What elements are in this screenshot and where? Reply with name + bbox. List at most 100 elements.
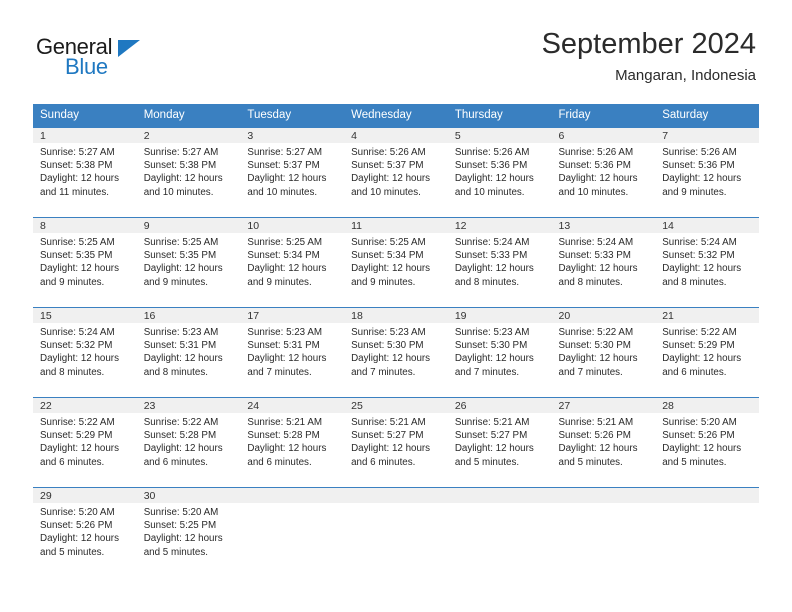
day-cell[interactable]: 17 Sunrise: 5:23 AM Sunset: 5:31 PM Dayligh… [240, 308, 345, 397]
calendar-cell[interactable]: 25 Sunrise: 5:21 AM Sunset: 5:27 PM Dayligh… [344, 397, 448, 488]
day-cell[interactable]: 4 Sunrise: 5:26 AM Sunset: 5:37 PM Daylight… [344, 128, 448, 217]
calendar-cell[interactable]: 17 Sunrise: 5:23 AM Sunset: 5:31 PM Dayligh… [240, 307, 345, 398]
calendar-cell[interactable]: 22 Sunrise: 5:22 AM Sunset: 5:29 PM Dayligh… [33, 397, 137, 488]
day-cell[interactable] [447, 488, 552, 577]
calendar-cell[interactable]: 24 Sunrise: 5:21 AM Sunset: 5:28 PM Dayligh… [240, 397, 345, 488]
day-cell[interactable] [344, 488, 448, 577]
day-cell[interactable]: 1 Sunrise: 5:27 AM Sunset: 5:38 PM Daylight… [33, 128, 137, 217]
day-cell[interactable]: 10 Sunrise: 5:25 AM Sunset: 5:34 PM Dayligh… [240, 218, 345, 307]
day-cell[interactable]: 23 Sunrise: 5:22 AM Sunset: 5:28 PM Dayligh… [136, 398, 241, 487]
day-details: Sunrise: 5:23 AM Sunset: 5:31 PM Daylight:… [137, 323, 241, 379]
day-cell[interactable]: 14 Sunrise: 5:24 AM Sunset: 5:32 PM Dayligh… [655, 218, 759, 307]
day-cell[interactable]: 25 Sunrise: 5:21 AM Sunset: 5:27 PM Dayligh… [344, 398, 448, 487]
daylight-text-line1: Daylight: 12 hours [351, 173, 431, 185]
calendar-cell[interactable]: 21 Sunrise: 5:22 AM Sunset: 5:29 PM Dayligh… [655, 307, 759, 398]
calendar-cell[interactable]: 2 Sunrise: 5:27 AM Sunset: 5:38 PM Daylight… [136, 128, 241, 218]
day-details: Sunrise: 5:20 AM Sunset: 5:26 PM Daylight:… [33, 503, 137, 559]
calendar-cell[interactable]: 5 Sunrise: 5:26 AM Sunset: 5:36 PM Daylight… [447, 128, 552, 218]
daylight-text-line1: Daylight: 12 hours [351, 443, 431, 455]
day-cell[interactable]: 20 Sunrise: 5:22 AM Sunset: 5:30 PM Dayligh… [551, 308, 656, 397]
day-cell[interactable]: 15 Sunrise: 5:24 AM Sunset: 5:32 PM Dayligh… [33, 308, 137, 397]
day-cell[interactable]: 18 Sunrise: 5:23 AM Sunset: 5:30 PM Dayligh… [344, 308, 448, 397]
day-cell[interactable]: 9 Sunrise: 5:25 AM Sunset: 5:35 PM Daylight… [136, 218, 241, 307]
day-cell[interactable]: 28 Sunrise: 5:20 AM Sunset: 5:26 PM Dayligh… [655, 398, 759, 487]
daylight-text-line1: Daylight: 12 hours [454, 173, 534, 185]
day-cell[interactable]: 2 Sunrise: 5:27 AM Sunset: 5:38 PM Daylight… [136, 128, 241, 217]
sunrise-text: Sunrise: 5:25 AM [247, 237, 323, 248]
sunset-text: Sunset: 5:33 PM [558, 250, 631, 262]
day-cell[interactable] [551, 488, 656, 577]
daylight-text-line1: Daylight: 12 hours [558, 443, 638, 455]
day-number [240, 488, 345, 503]
day-details: Sunrise: 5:21 AM Sunset: 5:27 PM Daylight:… [448, 413, 552, 469]
day-number: 23 [136, 398, 241, 413]
calendar-cell[interactable]: 28 Sunrise: 5:20 AM Sunset: 5:26 PM Dayligh… [655, 397, 759, 488]
calendar-cell[interactable]: 9 Sunrise: 5:25 AM Sunset: 5:35 PM Daylight… [136, 217, 241, 308]
calendar-cell[interactable]: 23 Sunrise: 5:22 AM Sunset: 5:28 PM Dayligh… [136, 397, 241, 488]
sunrise-text: Sunrise: 5:27 AM [40, 147, 115, 158]
day-cell[interactable]: 3 Sunrise: 5:27 AM Sunset: 5:37 PM Daylight… [240, 128, 345, 217]
day-number: 21 [655, 308, 759, 323]
calendar-cell[interactable] [551, 487, 656, 577]
day-cell[interactable]: 8 Sunrise: 5:25 AM Sunset: 5:35 PM Daylight… [33, 218, 137, 307]
calendar-cell[interactable] [240, 487, 345, 577]
calendar-cell[interactable]: 18 Sunrise: 5:23 AM Sunset: 5:30 PM Dayligh… [344, 307, 448, 398]
calendar-cell[interactable]: 12 Sunrise: 5:24 AM Sunset: 5:33 PM Dayligh… [447, 217, 552, 308]
day-cell[interactable]: 16 Sunrise: 5:23 AM Sunset: 5:31 PM Dayligh… [136, 308, 241, 397]
day-number: 15 [33, 308, 137, 323]
calendar-cell[interactable]: 1 Sunrise: 5:27 AM Sunset: 5:38 PM Daylight… [33, 128, 137, 218]
calendar-cell[interactable]: 10 Sunrise: 5:25 AM Sunset: 5:34 PM Dayligh… [240, 217, 345, 308]
day-cell[interactable] [655, 488, 759, 577]
daylight-text-line2: and 7 minutes. [247, 366, 312, 378]
calendar-cell[interactable]: 27 Sunrise: 5:21 AM Sunset: 5:26 PM Dayligh… [551, 397, 656, 488]
logo-triangle-icon [118, 40, 140, 57]
sunrise-text: Sunrise: 5:23 AM [351, 327, 426, 338]
daylight-text-line1: Daylight: 12 hours [40, 533, 119, 545]
calendar-cell[interactable]: 29 Sunrise: 5:20 AM Sunset: 5:26 PM Dayligh… [33, 487, 137, 577]
calendar-cell[interactable]: 13 Sunrise: 5:24 AM Sunset: 5:33 PM Dayligh… [551, 217, 656, 308]
calendar-cell[interactable]: 11 Sunrise: 5:25 AM Sunset: 5:34 PM Dayligh… [344, 217, 448, 308]
calendar-cell[interactable]: 20 Sunrise: 5:22 AM Sunset: 5:30 PM Dayligh… [551, 307, 656, 398]
sunset-text: Sunset: 5:27 PM [454, 430, 528, 442]
calendar-cell[interactable]: 3 Sunrise: 5:27 AM Sunset: 5:37 PM Daylight… [240, 128, 345, 218]
calendar-cell[interactable]: 15 Sunrise: 5:24 AM Sunset: 5:32 PM Dayligh… [33, 307, 137, 398]
sunset-text: Sunset: 5:33 PM [454, 250, 528, 262]
calendar-cell[interactable]: 19 Sunrise: 5:23 AM Sunset: 5:30 PM Dayligh… [447, 307, 552, 398]
general-blue-logo[interactable]: General Blue [36, 34, 216, 82]
sunset-text: Sunset: 5:27 PM [351, 430, 424, 442]
day-cell[interactable] [240, 488, 345, 577]
day-cell[interactable]: 13 Sunrise: 5:24 AM Sunset: 5:33 PM Dayligh… [551, 218, 656, 307]
day-cell[interactable]: 12 Sunrise: 5:24 AM Sunset: 5:33 PM Dayligh… [447, 218, 552, 307]
daylight-text-line2: and 11 minutes. [40, 186, 109, 198]
day-cell[interactable]: 7 Sunrise: 5:26 AM Sunset: 5:36 PM Daylight… [655, 128, 759, 217]
day-details: Sunrise: 5:22 AM Sunset: 5:29 PM Daylight:… [33, 413, 137, 469]
calendar-cell[interactable] [447, 487, 552, 577]
calendar-cell[interactable] [344, 487, 448, 577]
calendar-cell[interactable]: 7 Sunrise: 5:26 AM Sunset: 5:36 PM Daylight… [655, 128, 759, 218]
day-cell[interactable]: 29 Sunrise: 5:20 AM Sunset: 5:26 PM Dayligh… [33, 488, 137, 577]
calendar-cell[interactable]: 26 Sunrise: 5:21 AM Sunset: 5:27 PM Dayligh… [447, 397, 552, 488]
calendar-cell[interactable]: 4 Sunrise: 5:26 AM Sunset: 5:37 PM Daylight… [344, 128, 448, 218]
daylight-text-line2: and 9 minutes. [40, 276, 105, 288]
sunrise-text: Sunrise: 5:26 AM [454, 147, 530, 158]
day-cell[interactable]: 6 Sunrise: 5:26 AM Sunset: 5:36 PM Daylight… [551, 128, 656, 217]
calendar-cell[interactable]: 30 Sunrise: 5:20 AM Sunset: 5:25 PM Dayligh… [136, 487, 241, 577]
day-cell[interactable]: 22 Sunrise: 5:22 AM Sunset: 5:29 PM Dayligh… [33, 398, 137, 487]
sunset-text: Sunset: 5:30 PM [558, 340, 631, 352]
day-cell[interactable]: 30 Sunrise: 5:20 AM Sunset: 5:25 PM Dayligh… [136, 488, 241, 577]
day-cell[interactable]: 27 Sunrise: 5:21 AM Sunset: 5:26 PM Dayligh… [551, 398, 656, 487]
day-cell[interactable]: 11 Sunrise: 5:25 AM Sunset: 5:34 PM Dayligh… [344, 218, 448, 307]
calendar-cell[interactable]: 16 Sunrise: 5:23 AM Sunset: 5:31 PM Dayligh… [136, 307, 241, 398]
day-cell[interactable]: 19 Sunrise: 5:23 AM Sunset: 5:30 PM Dayligh… [447, 308, 552, 397]
day-cell[interactable]: 26 Sunrise: 5:21 AM Sunset: 5:27 PM Dayligh… [447, 398, 552, 487]
calendar-cell[interactable]: 14 Sunrise: 5:24 AM Sunset: 5:32 PM Dayligh… [655, 217, 759, 308]
calendar-cell[interactable]: 6 Sunrise: 5:26 AM Sunset: 5:36 PM Daylight… [551, 128, 656, 218]
day-cell[interactable]: 21 Sunrise: 5:22 AM Sunset: 5:29 PM Dayligh… [655, 308, 759, 397]
day-details: Sunrise: 5:27 AM Sunset: 5:38 PM Daylight:… [33, 143, 137, 199]
sunrise-text: Sunrise: 5:23 AM [143, 327, 219, 338]
calendar-cell[interactable]: 8 Sunrise: 5:25 AM Sunset: 5:35 PM Daylight… [33, 217, 137, 308]
calendar-cell[interactable] [655, 487, 759, 577]
day-cell[interactable]: 24 Sunrise: 5:21 AM Sunset: 5:28 PM Dayligh… [240, 398, 345, 487]
day-cell[interactable]: 5 Sunrise: 5:26 AM Sunset: 5:36 PM Daylight… [447, 128, 552, 217]
day-number [447, 488, 552, 503]
